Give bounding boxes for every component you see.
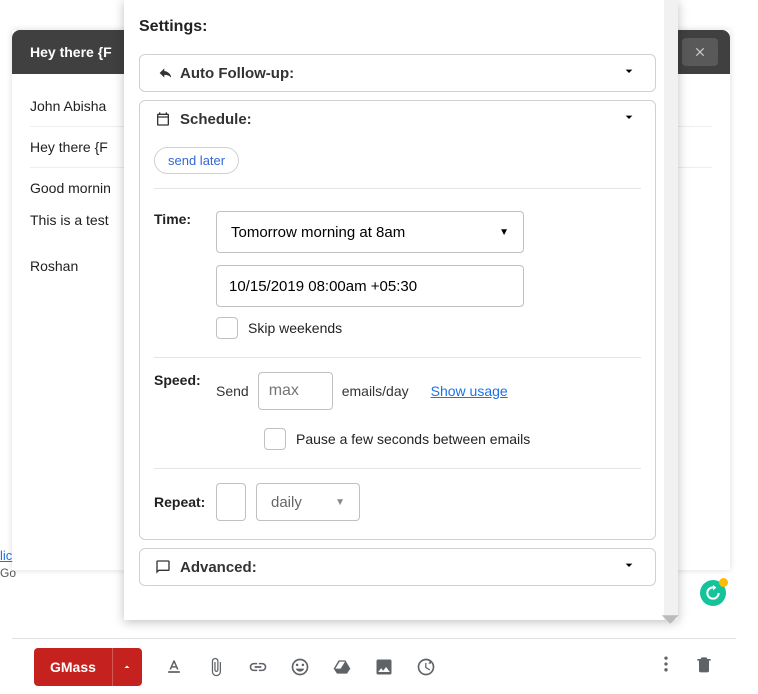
emoji-icon[interactable] — [290, 657, 310, 677]
section-header-label: Schedule: — [180, 111, 252, 128]
per-day-text: emails/day — [342, 383, 409, 399]
repeat-frequency-value: daily — [271, 494, 302, 511]
send-later-pill[interactable]: send later — [154, 147, 239, 174]
link-icon[interactable] — [248, 657, 268, 677]
attach-icon[interactable] — [206, 657, 226, 677]
repeat-label: Repeat: — [154, 494, 216, 510]
settings-panel: Settings: Auto Follow-up: Schedule: — [124, 0, 678, 620]
dropdown-triangle-icon: ▼ — [335, 497, 345, 508]
time-label: Time: — [154, 211, 216, 227]
skip-weekends-label: Skip weekends — [248, 320, 342, 336]
reply-arrow-icon — [154, 64, 172, 82]
section-auto-followup: Auto Follow-up: — [139, 54, 656, 92]
datetime-input[interactable] — [216, 265, 524, 307]
row-time: Time: Tomorrow morning at 8am ▼ Skip wee… — [154, 188, 641, 357]
dropdown-triangle-icon: ▼ — [499, 227, 509, 238]
section-header-advanced[interactable]: Advanced: — [140, 549, 655, 585]
gmass-button-label: GMass — [34, 659, 112, 675]
show-usage-link[interactable]: Show usage — [431, 383, 508, 399]
close-icon — [693, 45, 707, 59]
compose-title: Hey there {F — [30, 44, 112, 60]
compose-close-button[interactable] — [682, 38, 718, 66]
skip-weekends-checkbox[interactable] — [216, 317, 238, 339]
chevron-up-icon — [121, 661, 133, 673]
text-format-icon[interactable] — [164, 657, 184, 677]
chevron-down-icon — [621, 63, 637, 83]
clipped-link[interactable]: lic — [0, 548, 12, 563]
repeat-frequency-select[interactable]: daily ▼ — [256, 483, 360, 521]
section-header-label: Advanced: — [180, 559, 257, 576]
section-body-schedule: send later Time: Tomorrow morning at 8am… — [140, 137, 655, 539]
delete-draft-button[interactable] — [694, 654, 714, 679]
chevron-down-icon — [621, 109, 637, 129]
section-header-schedule[interactable]: Schedule: — [140, 101, 655, 137]
pause-label: Pause a few seconds between emails — [296, 431, 530, 447]
row-speed: Speed: Send emails/day Show usage Pause … — [154, 357, 641, 468]
calendar-icon — [154, 110, 172, 128]
gmass-dropdown-toggle[interactable] — [112, 648, 142, 686]
image-icon[interactable] — [374, 657, 394, 677]
time-preset-select[interactable]: Tomorrow morning at 8am ▼ — [216, 211, 524, 253]
section-schedule: Schedule: send later Time: Tomorrow morn… — [139, 100, 656, 540]
clipped-text: Go — [0, 566, 16, 580]
formatting-tools — [164, 657, 436, 677]
speed-label: Speed: — [154, 372, 216, 388]
settings-panel-inner: Settings: Auto Follow-up: Schedule: — [124, 0, 678, 620]
time-preset-value: Tomorrow morning at 8am — [231, 224, 405, 241]
section-advanced: Advanced: — [139, 548, 656, 586]
more-options-button[interactable] — [656, 654, 676, 679]
drive-icon[interactable] — [332, 657, 352, 677]
settings-title: Settings: — [139, 10, 656, 54]
chevron-down-icon — [621, 557, 637, 577]
chat-icon — [154, 558, 172, 576]
row-repeat: Repeat: daily ▼ — [154, 468, 641, 539]
grammarly-badge[interactable] — [700, 580, 726, 606]
section-header-auto-followup[interactable]: Auto Follow-up: — [140, 55, 655, 91]
compose-toolbar: GMass — [12, 638, 736, 694]
gmass-button[interactable]: GMass — [34, 648, 142, 686]
max-emails-input[interactable] — [258, 372, 333, 410]
repeat-count-input[interactable] — [216, 483, 246, 521]
section-header-label: Auto Follow-up: — [180, 65, 294, 82]
pause-checkbox[interactable] — [264, 428, 286, 450]
send-text: Send — [216, 383, 249, 399]
confidential-mode-icon[interactable] — [416, 657, 436, 677]
